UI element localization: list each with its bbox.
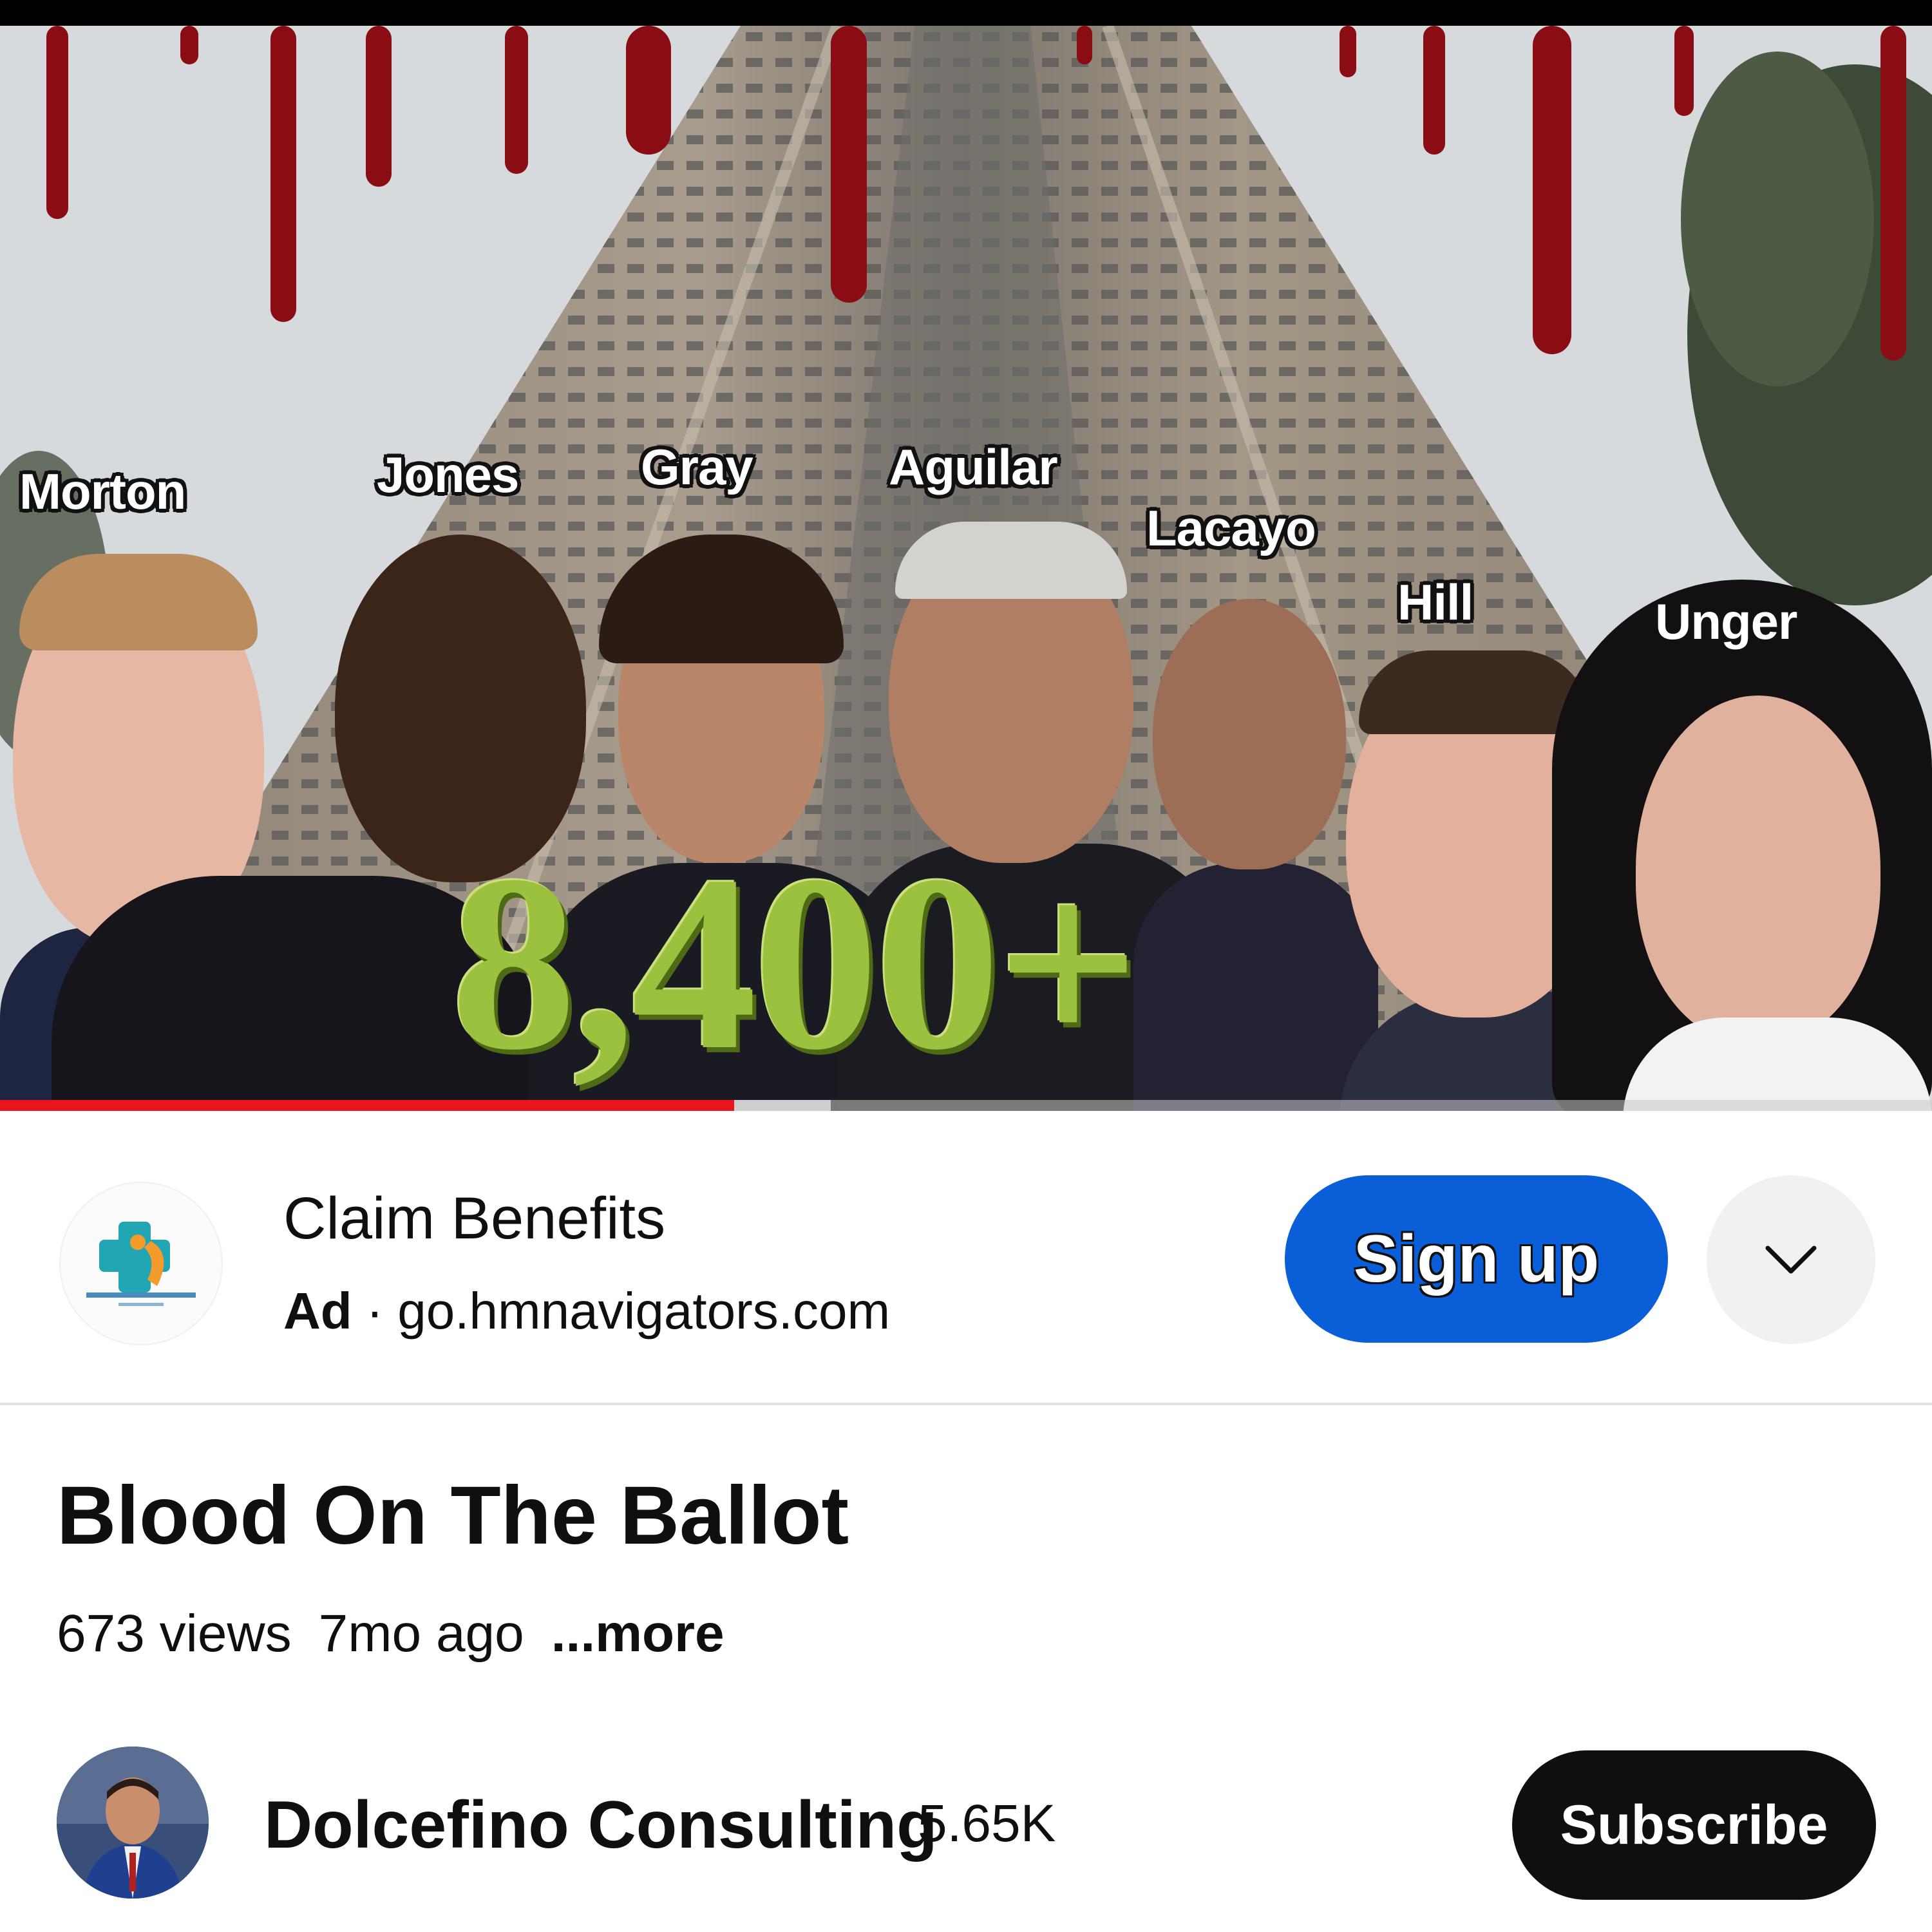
- youtube-watch-page: Morton Jones Gray Aguilar Lacayo Hill Un…: [0, 0, 1932, 1932]
- ad-advertiser-name[interactable]: Claim Benefits: [283, 1185, 665, 1253]
- video-player[interactable]: Morton Jones Gray Aguilar Lacayo Hill Un…: [0, 0, 1932, 1111]
- view-count: 673 views: [57, 1604, 292, 1663]
- more-link[interactable]: ...more: [551, 1604, 724, 1663]
- blood-drips-decoration: [46, 26, 1906, 361]
- ad-badge: Ad: [283, 1282, 352, 1340]
- ad-meta-line: Ad · go.hmnavigators.com: [283, 1282, 890, 1341]
- thumbnail-label-aguilar: Aguilar: [889, 439, 1058, 495]
- avatar-portrait: [57, 1747, 209, 1899]
- thumbnail-label-unger: Unger: [1655, 593, 1797, 650]
- video-thumbnail[interactable]: Morton Jones Gray Aguilar Lacayo Hill Un…: [0, 26, 1932, 1111]
- thumbnail-label-jones: Jones: [377, 446, 519, 503]
- progress-played: [0, 1100, 734, 1111]
- video-title[interactable]: Blood On The Ballot: [57, 1468, 849, 1563]
- progress-buffered: [734, 1100, 831, 1111]
- advertiser-logo[interactable]: [59, 1182, 223, 1345]
- chevron-down-icon: [1765, 1245, 1817, 1274]
- section-divider: [0, 1403, 1932, 1405]
- thumbnail-label-hill: Hill: [1397, 574, 1473, 630]
- thumbnail-label-gray: Gray: [641, 439, 753, 495]
- upload-age: 7mo ago: [318, 1604, 524, 1663]
- thumbnail-label-morton: Morton: [19, 463, 186, 520]
- thumbnail-label-lacayo: Lacayo: [1146, 500, 1316, 556]
- subscriber-count: 5.65K: [918, 1794, 1056, 1853]
- subscribe-button[interactable]: Subscribe: [1512, 1750, 1876, 1900]
- channel-avatar[interactable]: [57, 1747, 209, 1899]
- ad-domain[interactable]: go.hmnavigators.com: [397, 1282, 890, 1340]
- medical-cross-logo-icon: [86, 1222, 196, 1306]
- channel-name[interactable]: Dolcefino Consulting: [264, 1787, 938, 1864]
- video-progress-bar[interactable]: [0, 1100, 1932, 1111]
- video-meta[interactable]: 673 views 7mo ago ...more: [57, 1604, 724, 1664]
- thumbnail-overlay-number: 8,400+: [451, 824, 1140, 1102]
- sign-up-button[interactable]: Sign up: [1285, 1175, 1668, 1343]
- ad-expand-button[interactable]: [1707, 1175, 1875, 1344]
- ad-separator: ·: [366, 1282, 384, 1340]
